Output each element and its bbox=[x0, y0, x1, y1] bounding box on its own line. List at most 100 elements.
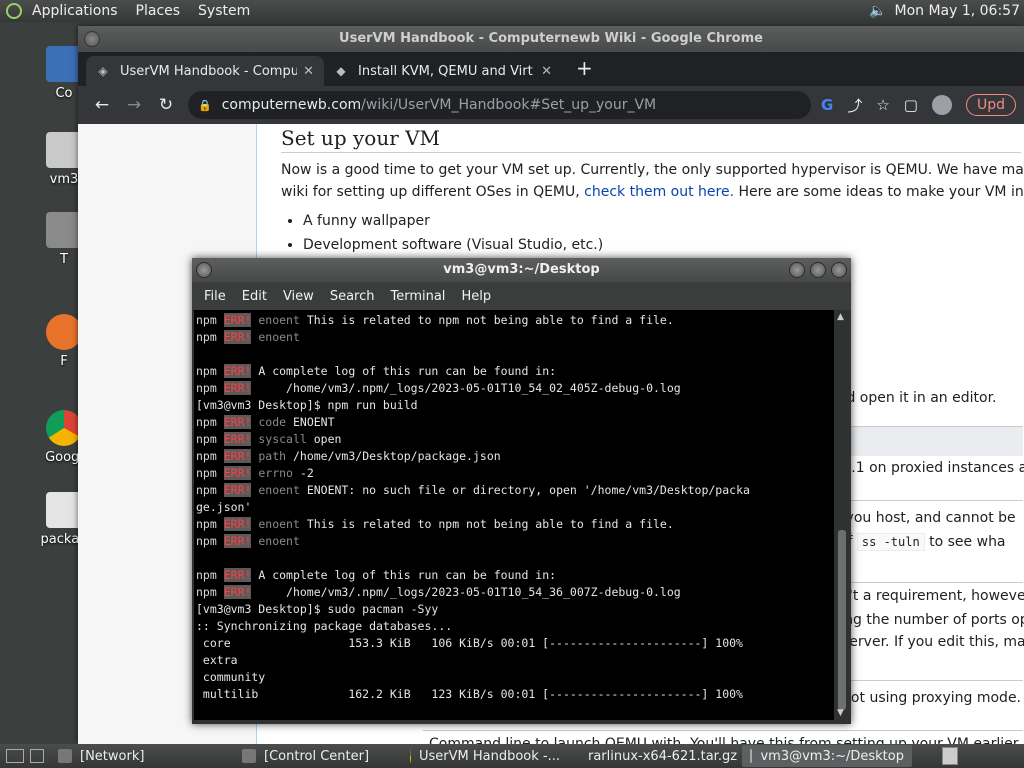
task-label: vm3@vm3:~/Desktop bbox=[760, 748, 904, 764]
update-button[interactable]: Upd bbox=[965, 94, 1016, 116]
err-tag: ERR! bbox=[223, 585, 252, 599]
address-bar[interactable]: 🔒 computernewb.com/wiki/UserVM_Handbook#… bbox=[188, 91, 811, 119]
line-text: /home/vm3/.npm/_logs/2023-05-01T10_54_36… bbox=[251, 585, 681, 599]
task-control-center[interactable]: [Control Center] bbox=[234, 745, 398, 767]
menu-file[interactable]: File bbox=[196, 289, 234, 304]
scroll-up-icon[interactable]: ▲ bbox=[837, 312, 844, 322]
window-menu-icon[interactable] bbox=[196, 262, 212, 278]
maximize-icon[interactable] bbox=[810, 262, 826, 278]
menu-system[interactable]: System bbox=[198, 3, 250, 19]
menu-edit[interactable]: Edit bbox=[234, 289, 275, 304]
line-text: extra bbox=[196, 653, 238, 667]
line-text: ge.json' bbox=[196, 500, 252, 514]
npm-prefix: npm bbox=[196, 449, 217, 463]
npm-prefix: npm bbox=[196, 568, 217, 582]
terminal-line: npm ERR! enoent ENOENT: no such file or … bbox=[194, 482, 834, 499]
terminal-line: community bbox=[194, 669, 834, 686]
err-tag: ERR! bbox=[223, 313, 252, 327]
err-tag: ERR! bbox=[223, 517, 252, 531]
window-titlebar[interactable]: UserVM Handbook - Computernewb Wiki - Go… bbox=[78, 26, 1024, 52]
terminal-line: npm ERR! enoent This is related to npm n… bbox=[194, 312, 834, 329]
line-text: ENOENT bbox=[286, 415, 335, 429]
err-key: enoent bbox=[251, 517, 300, 531]
close-tab-icon[interactable]: ✕ bbox=[303, 64, 314, 79]
err-tag: ERR! bbox=[223, 415, 252, 429]
scrollbar-thumb[interactable] bbox=[838, 530, 846, 710]
window-menu-icon[interactable] bbox=[84, 31, 100, 47]
line-text: [vm3@vm3 Desktop]$ npm run build bbox=[196, 398, 418, 412]
menu-places[interactable]: Places bbox=[136, 3, 181, 19]
trash-applet-icon[interactable] bbox=[942, 747, 958, 765]
scroll-down-icon[interactable]: ▼ bbox=[837, 708, 844, 718]
wiki-fragment: isn't a requirement, however bbox=[829, 588, 1024, 604]
minimize-icon[interactable] bbox=[789, 262, 805, 278]
distro-logo-icon[interactable] bbox=[6, 3, 22, 19]
err-key: enoent bbox=[251, 330, 300, 344]
task-label: UserVM Handbook -... bbox=[418, 748, 560, 764]
desktop-icon-label: F bbox=[60, 354, 68, 369]
tab-install-kvm[interactable]: ◆ Install KVM, QEMU and Virt M ✕ bbox=[324, 56, 562, 86]
url-path: /wiki/UserVM_Handbook#Set_up_your_VM bbox=[361, 97, 657, 113]
npm-prefix: npm bbox=[196, 585, 217, 599]
err-tag: ERR! bbox=[223, 449, 252, 463]
terminal-line: npm ERR! A complete log of this run can … bbox=[194, 567, 834, 584]
npm-prefix: npm bbox=[196, 381, 217, 395]
close-icon[interactable] bbox=[831, 262, 847, 278]
terminal-menubar: File Edit View Search Terminal Help bbox=[192, 282, 851, 310]
menu-search[interactable]: Search bbox=[322, 289, 383, 304]
terminal-titlebar[interactable]: vm3@vm3:~/Desktop bbox=[192, 258, 851, 282]
volume-icon[interactable]: 🔈 bbox=[869, 3, 886, 19]
reload-icon[interactable]: ↻ bbox=[150, 95, 182, 115]
tab-uservm-handbook[interactable]: ◈ UserVM Handbook - Compute ✕ bbox=[86, 56, 324, 86]
task-network[interactable]: [Network] bbox=[50, 745, 230, 767]
close-tab-icon[interactable]: ✕ bbox=[541, 64, 552, 79]
new-tab-button[interactable]: + bbox=[562, 56, 607, 86]
menu-terminal[interactable]: Terminal bbox=[382, 289, 453, 304]
check-them-out-link[interactable]: check them out here. bbox=[584, 184, 734, 200]
back-arrow-icon[interactable]: ← bbox=[86, 95, 118, 115]
google-lens-icon[interactable]: G bbox=[821, 96, 833, 114]
task-archive[interactable]: rarlinux-x64-621.tar.gz bbox=[572, 745, 738, 767]
line-text: multilib 162.2 KiB 123 KiB/s 00:01 [----… bbox=[196, 687, 743, 701]
task-chrome[interactable]: UserVM Handbook -... bbox=[402, 745, 568, 767]
ideas-list: A funny wallpaper Development software (… bbox=[303, 209, 1024, 257]
workspace-icon[interactable] bbox=[30, 749, 44, 763]
browser-toolbar: ← → ↻ 🔒 computernewb.com/wiki/UserVM_Han… bbox=[78, 86, 1024, 124]
err-key: enoent bbox=[251, 313, 300, 327]
chrome-icon bbox=[410, 749, 411, 763]
wiki-fragment: e not using proxying mode. bbox=[829, 690, 1022, 706]
terminal-line: npm ERR! /home/vm3/.npm/_logs/2023-05-01… bbox=[194, 380, 834, 397]
npm-prefix: npm bbox=[196, 364, 217, 378]
clock[interactable]: Mon May 1, 06:57 bbox=[894, 3, 1020, 19]
share-icon[interactable]: ⤴ bbox=[847, 95, 862, 116]
profile-avatar-icon[interactable] bbox=[931, 95, 952, 115]
show-desktop-icon[interactable] bbox=[6, 749, 24, 763]
wiki-fragment: and open it in an editor. bbox=[829, 390, 997, 406]
line-text: /home/vm3/.npm/_logs/2023-05-01T10_54_02… bbox=[251, 381, 681, 395]
terminal-line: npm ERR! syscall open bbox=[194, 431, 834, 448]
top-panel: Applications Places System 🔈 Mon May 1, … bbox=[0, 0, 1024, 22]
wiki-fragment: 0.0.1 on proxied instances a bbox=[829, 460, 1024, 476]
menu-applications[interactable]: Applications bbox=[32, 3, 118, 19]
npm-prefix: npm bbox=[196, 466, 217, 480]
terminal-line: npm ERR! errno -2 bbox=[194, 465, 834, 482]
terminal-icon bbox=[750, 749, 753, 763]
lock-icon[interactable]: 🔒 bbox=[198, 99, 212, 112]
forward-arrow-icon[interactable]: → bbox=[118, 95, 150, 115]
menu-help[interactable]: Help bbox=[453, 289, 499, 304]
bookmark-star-icon[interactable]: ☆ bbox=[876, 96, 889, 114]
line-text: core 153.3 KiB 106 KiB/s 00:01 [--------… bbox=[196, 636, 743, 650]
menu-view[interactable]: View bbox=[275, 289, 322, 304]
terminal-line: [vm3@vm3 Desktop]$ sudo pacman -Syy bbox=[194, 601, 834, 618]
terminal-output[interactable]: npm ERR! enoent This is related to npm n… bbox=[194, 310, 834, 720]
err-tag: ERR! bbox=[223, 466, 252, 480]
err-tag: ERR! bbox=[223, 381, 252, 395]
panel-tray: 🔈 Mon May 1, 06:57 bbox=[869, 3, 1024, 19]
task-label: [Control Center] bbox=[264, 748, 370, 764]
err-key: errno bbox=[251, 466, 293, 480]
terminal-scrollbar[interactable]: ▲ ▼ bbox=[835, 310, 849, 720]
terminal-line: npm ERR! A complete log of this run can … bbox=[194, 363, 834, 380]
side-panel-icon[interactable]: ▢ bbox=[904, 96, 918, 114]
task-terminal[interactable]: vm3@vm3:~/Desktop bbox=[742, 745, 912, 767]
